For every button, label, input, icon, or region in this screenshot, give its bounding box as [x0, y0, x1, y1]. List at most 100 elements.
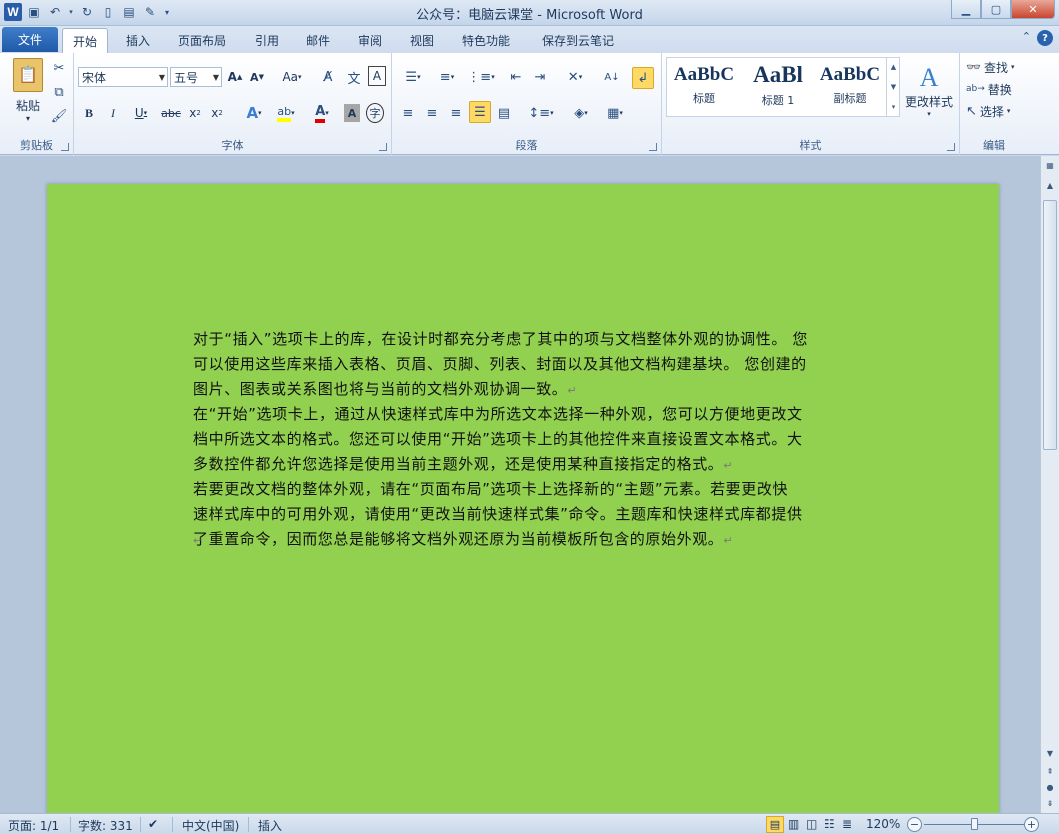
justify-button[interactable]: ☰ — [469, 101, 491, 123]
tab-file[interactable]: 文件 — [2, 27, 58, 52]
borders-button[interactable]: ▦ ▾ — [600, 102, 630, 124]
font-name-combo[interactable]: 宋体 ▼ — [78, 67, 168, 87]
status-separator — [172, 817, 173, 832]
replace-button[interactable]: ab→ 替换 — [966, 80, 1026, 98]
highlight-button[interactable]: ab ▾ — [272, 102, 300, 124]
previous-page-icon[interactable]: ⇞ — [1043, 764, 1057, 778]
zoom-in-button[interactable]: + — [1024, 817, 1039, 832]
phonetic-guide-button[interactable]: 文 — [344, 66, 364, 88]
format-painter-button[interactable]: 🖌 — [50, 107, 68, 125]
word-count[interactable]: 字数: 331 — [78, 817, 133, 834]
find-button[interactable]: 👓 查找 ▾ — [966, 58, 1026, 76]
subscript-button[interactable]: x2 — [186, 102, 204, 124]
zoom-out-button[interactable]: − — [907, 817, 922, 832]
font-size-combo[interactable]: 五号 ▼ — [170, 67, 222, 87]
font-launcher-icon[interactable] — [379, 143, 387, 151]
underline-button[interactable]: U ▾ — [128, 102, 154, 124]
strikethrough-button[interactable]: abc — [160, 102, 182, 124]
numbering-button[interactable]: ≡ ▾ — [432, 67, 462, 87]
font-name-dropdown-icon[interactable]: ▼ — [159, 73, 165, 82]
scroll-down-icon[interactable]: ▼ — [1043, 746, 1057, 760]
cursor-arrow-icon: ↖ — [966, 103, 977, 119]
distributed-button[interactable]: ▤ — [494, 102, 514, 124]
shrink-font-button[interactable]: A ▼ — [248, 67, 266, 87]
chinese-layout-button[interactable]: ✕ ▾ — [560, 67, 590, 87]
style-heading-1[interactable]: AaBl 标题 1 — [742, 58, 814, 112]
paste-button[interactable]: 📋 粘贴 ▾ — [8, 57, 48, 123]
paragraph-launcher-icon[interactable] — [649, 143, 657, 151]
tab-insert[interactable]: 插入 — [116, 28, 160, 53]
document-page[interactable]: 对于“插入”选项卡上的库，在设计时都充分考虑了其中的项与文档整体外观的协调性。 … — [47, 184, 999, 813]
paragraph-2[interactable]: 在“开始”选项卡上，通过从快速样式库中为所选文本选择一种外观，您可以方便地更改文… — [193, 402, 859, 478]
decrease-indent-button[interactable]: ⇤ — [506, 67, 526, 87]
zoom-slider-knob[interactable] — [971, 818, 978, 830]
text-effects-button[interactable]: A ▾ — [240, 102, 268, 124]
align-right-button[interactable]: ≡ — [446, 102, 466, 124]
outline-view-icon[interactable]: ☷ — [824, 817, 835, 831]
tab-home[interactable]: 开始 — [62, 28, 109, 53]
superscript-button[interactable]: x2 — [208, 102, 226, 124]
sort-button[interactable]: A↓ — [602, 67, 622, 87]
line-spacing-button[interactable]: ↕≡ ▾ — [526, 102, 556, 124]
empty-paragraph[interactable]: ↵ — [193, 527, 859, 553]
scrollbar-thumb[interactable] — [1043, 200, 1057, 450]
tab-references[interactable]: 引用 — [245, 28, 289, 53]
multilevel-list-button[interactable]: ⋮≡ ▾ — [466, 67, 496, 87]
insert-mode-indicator[interactable]: 插入 — [258, 817, 282, 834]
help-icon[interactable]: ? — [1037, 30, 1053, 46]
show-formatting-marks-button[interactable]: ↲ — [632, 67, 654, 89]
enclose-characters-button[interactable]: 字 — [366, 103, 384, 123]
italic-button[interactable]: I — [104, 102, 122, 124]
shading-button[interactable]: ◈ ▾ — [566, 102, 596, 124]
bullets-button[interactable]: ☰ ▾ — [398, 67, 428, 87]
style-heading-1-name: 标题 1 — [761, 94, 795, 107]
character-shading-button[interactable]: A — [344, 104, 360, 122]
maximize-button[interactable]: ▢ — [981, 0, 1011, 19]
bold-button[interactable]: B — [80, 102, 98, 124]
paragraph-1[interactable]: 对于“插入”选项卡上的库，在设计时都充分考虑了其中的项与文档整体外观的协调性。 … — [193, 327, 859, 403]
vertical-scrollbar[interactable]: ▦ ▲ ▼ ⇞ ● ⇟ — [1040, 156, 1059, 813]
tab-special-features[interactable]: 特色功能 — [452, 28, 520, 53]
select-button[interactable]: ↖ 选择 ▾ — [966, 102, 1026, 120]
minimize-button[interactable]: ▁ — [951, 0, 981, 19]
clipboard-launcher-icon[interactable] — [61, 143, 69, 151]
ruler-toggle-icon[interactable]: ▦ — [1043, 158, 1057, 172]
tab-save-to-cloud[interactable]: 保存到云笔记 — [532, 28, 624, 53]
next-page-icon[interactable]: ⇟ — [1043, 796, 1057, 810]
font-color-button[interactable]: A ▾ — [308, 102, 336, 124]
full-screen-reading-view-icon[interactable]: ▥ — [788, 817, 799, 831]
style-title[interactable]: AaBbC 标题 — [668, 58, 740, 112]
scroll-up-icon[interactable]: ▲ — [1043, 178, 1057, 192]
draft-view-icon[interactable]: ≣ — [842, 817, 852, 831]
close-button[interactable]: ✕ — [1011, 0, 1055, 19]
style-subtitle[interactable]: AaBbC 副标题 — [814, 58, 886, 112]
proofing-icon[interactable]: ✔ — [148, 817, 158, 831]
minimize-ribbon-icon[interactable]: ⌃ — [1022, 30, 1031, 46]
page-count[interactable]: 页面: 1/1 — [8, 817, 59, 834]
styles-scroll-down-icon[interactable]: ▼ — [891, 83, 896, 91]
grow-font-button[interactable]: A ▲ — [226, 67, 244, 87]
change-case-button[interactable]: Aa ▾ — [278, 67, 306, 87]
binoculars-icon: 👓 — [966, 60, 981, 74]
align-left-button[interactable]: ≡ — [398, 102, 418, 124]
change-styles-button[interactable]: A 更改样式 ▾ — [902, 57, 956, 123]
copy-button[interactable]: ⧉ — [50, 83, 68, 101]
increase-indent-button[interactable]: ⇥ — [530, 67, 550, 87]
clear-formatting-button[interactable]: A̸ — [318, 66, 338, 88]
browse-object-icon[interactable]: ● — [1043, 780, 1057, 794]
tab-mailings[interactable]: 邮件 — [296, 28, 340, 53]
print-layout-view-icon[interactable]: ▤ — [766, 816, 784, 833]
web-layout-view-icon[interactable]: ◫ — [806, 817, 817, 831]
styles-scroll-up-icon[interactable]: ▲ — [891, 63, 896, 71]
align-center-button[interactable]: ≡ — [422, 102, 442, 124]
font-size-dropdown-icon[interactable]: ▼ — [213, 73, 219, 82]
character-border-button[interactable]: A — [368, 66, 386, 86]
styles-launcher-icon[interactable] — [947, 143, 955, 151]
tab-view[interactable]: 视图 — [400, 28, 444, 53]
cut-button[interactable]: ✂ — [50, 59, 68, 77]
tab-review[interactable]: 审阅 — [348, 28, 392, 53]
styles-more-icon[interactable]: ▾ — [892, 103, 896, 111]
zoom-level[interactable]: 120% — [866, 817, 900, 831]
tab-page-layout[interactable]: 页面布局 — [168, 28, 236, 53]
language-indicator[interactable]: 中文(中国) — [182, 817, 239, 834]
